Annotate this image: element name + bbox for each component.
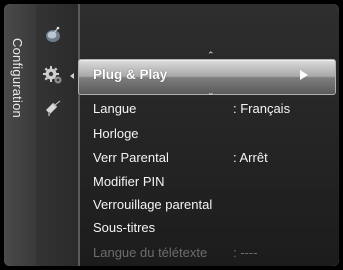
satellite-dish-icon[interactable] — [42, 98, 64, 118]
menu-item-horloge[interactable]: Horloge — [93, 126, 139, 141]
menu-item-verr-parental[interactable]: Verr Parental — [93, 150, 169, 165]
menu-value-verr-parental: : Arrêt — [233, 150, 268, 165]
column-divider — [78, 4, 80, 266]
menu-item-label: Plug & Play — [93, 67, 168, 82]
menu-value-langue: : Français — [233, 101, 291, 116]
selection-pointer-icon — [70, 73, 74, 79]
category-title: Configuration — [10, 38, 25, 118]
menu-item-langue[interactable]: Langue — [93, 101, 136, 116]
scroll-up-icon: ⌃ — [207, 50, 215, 60]
menu-item-modifier-pin[interactable]: Modifier PIN — [93, 174, 165, 189]
scroll-down-icon: ⌄ — [207, 87, 215, 97]
category-tab: Configuration — [4, 4, 36, 266]
menu-item-langue-teletexte: Langue du télétexte — [93, 245, 208, 260]
menu-item-sous-titres[interactable]: Sous-titres — [93, 220, 155, 235]
menu-item-verrouillage-parental[interactable]: Verrouillage parental — [93, 197, 212, 212]
antenna-icon[interactable] — [42, 25, 64, 45]
chevron-right-icon — [300, 70, 308, 80]
menu-value-langue-teletexte: : ---- — [233, 245, 258, 260]
gear-icon[interactable] — [42, 64, 64, 86]
